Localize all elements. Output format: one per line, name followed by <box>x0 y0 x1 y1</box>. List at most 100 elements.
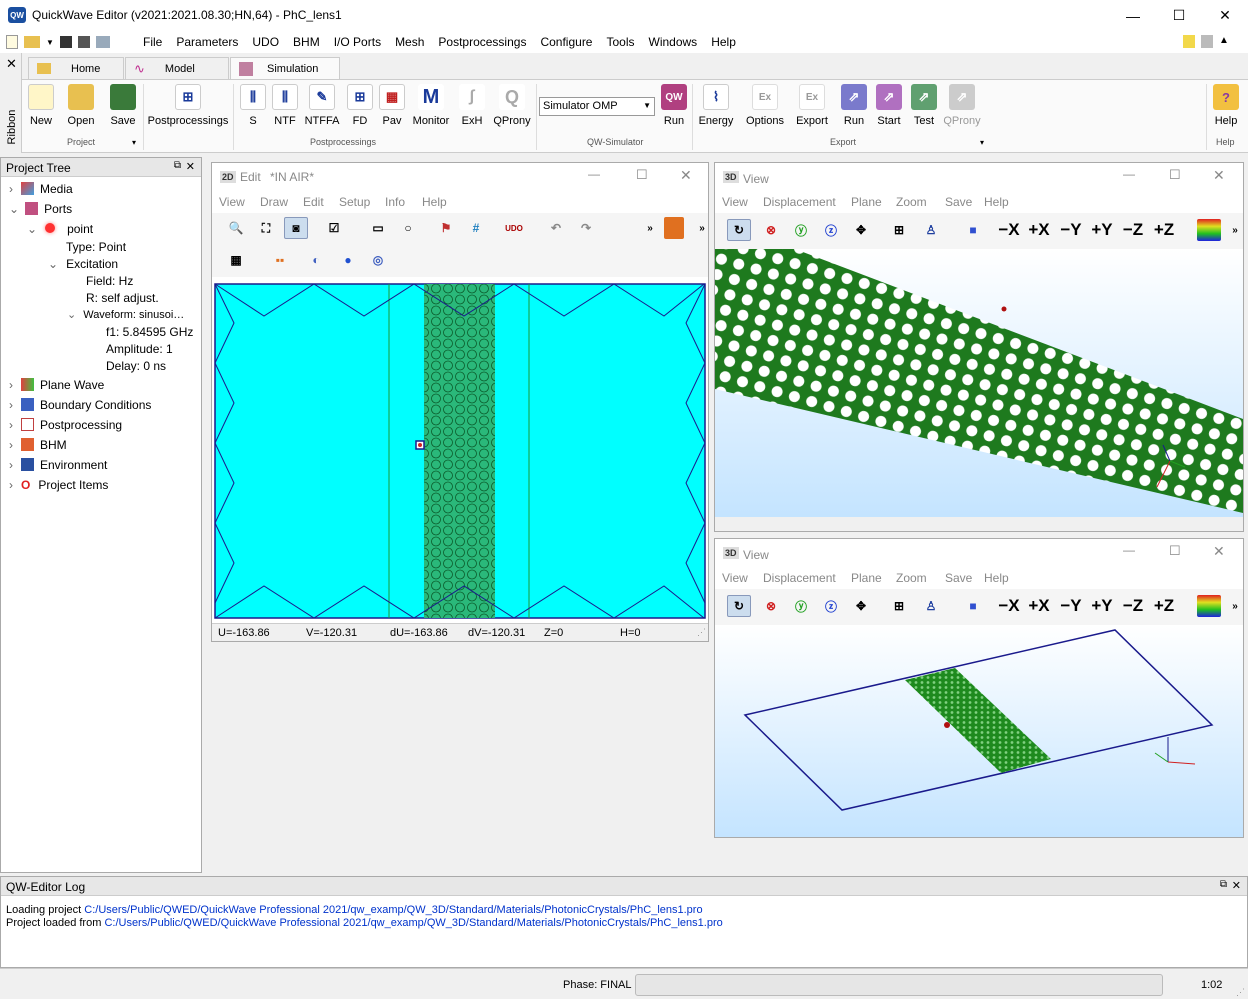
edit-menu-draw[interactable]: Draw <box>260 195 288 209</box>
close-icon[interactable]: ✕ <box>1213 543 1225 560</box>
person-icon[interactable]: ♙ <box>919 595 943 617</box>
menu-configure[interactable]: Configure <box>533 31 599 53</box>
zoom-window-icon[interactable]: ◙ <box>284 217 308 239</box>
close-icon[interactable]: ✕ <box>680 167 692 184</box>
float-icon[interactable]: ⧉ <box>1220 879 1227 890</box>
view1-menu-view[interactable]: View <box>722 195 748 209</box>
view1-menu-help[interactable]: Help <box>984 195 1009 209</box>
tips-icon[interactable] <box>1183 35 1195 48</box>
export-button[interactable]: Ex Export <box>792 84 832 127</box>
pan-icon[interactable]: ✥ <box>849 595 873 617</box>
zoom-window-icon[interactable]: ⊞ <box>887 595 911 617</box>
circle-icon[interactable]: ○ <box>396 217 420 239</box>
rotate-icon[interactable]: ↻ <box>727 595 751 617</box>
view2-menu-save[interactable]: Save <box>945 571 972 585</box>
menu-windows[interactable]: Windows <box>642 31 705 53</box>
expand-icon[interactable]: › <box>9 458 13 472</box>
float-icon[interactable]: ⧉ <box>174 160 181 171</box>
sphere-icon[interactable]: ◐ <box>304 249 328 271</box>
plus-z-button[interactable]: +Z <box>1152 595 1176 617</box>
view1-canvas[interactable] <box>715 249 1243 517</box>
edit-canvas[interactable] <box>214 283 708 621</box>
edit-menu-info[interactable]: Info <box>385 195 405 209</box>
rectangle-icon[interactable]: ▭ <box>366 217 390 239</box>
edit-menu-setup[interactable]: Setup <box>339 195 370 209</box>
palette-icon[interactable] <box>1197 219 1221 241</box>
log-line-1-path[interactable]: C:/Users/Public/QWED/QuickWave Professio… <box>84 904 702 916</box>
collapse-icon[interactable]: ⌄ <box>48 257 58 271</box>
palette-icon[interactable] <box>1197 595 1221 617</box>
zoom-icon[interactable]: 🔍 <box>224 217 248 239</box>
tree-item-boundary[interactable]: › Boundary Conditions <box>9 398 151 412</box>
maximize-icon[interactable]: ☐ <box>1169 543 1181 559</box>
minimize-icon[interactable]: — <box>1123 543 1135 557</box>
mesh-icon[interactable]: ▦ <box>224 249 248 271</box>
maximize-icon[interactable]: ☐ <box>1156 0 1202 31</box>
start-button[interactable]: ⇗ Start <box>874 84 904 127</box>
menu-io-ports[interactable]: I/O Ports <box>327 31 388 53</box>
minus-y-button[interactable]: −Y <box>1059 595 1083 617</box>
new-button[interactable]: New <box>28 84 54 127</box>
view1-menu-displacement[interactable]: Displacement <box>763 195 836 209</box>
tab-home[interactable]: Home <box>28 57 124 79</box>
notes-icon[interactable] <box>1201 35 1213 48</box>
save-all-icon[interactable] <box>77 36 90 48</box>
tree-item-waveform[interactable]: ⌄ Waveform: sinusoi… <box>67 308 184 321</box>
plus-y-button[interactable]: +Y <box>1090 595 1114 617</box>
tree-item-media[interactable]: › Media <box>9 182 73 196</box>
monitor-button[interactable]: M Monitor <box>410 84 452 127</box>
options-button[interactable]: Ex Options <box>744 84 786 127</box>
rotate-z-icon[interactable]: ⓩ <box>819 595 843 617</box>
tree-item-bhm[interactable]: › BHM <box>9 438 67 452</box>
minus-z-button[interactable]: −Z <box>1121 219 1145 241</box>
plus-z-button[interactable]: +Z <box>1152 219 1176 241</box>
expand-icon[interactable]: › <box>9 478 13 492</box>
zoom-fit-icon[interactable]: ⛶ <box>254 217 278 239</box>
qprony2-button[interactable]: ⇗ QProny <box>942 84 982 127</box>
energy-button[interactable]: ⌇ Energy <box>696 84 736 127</box>
log-line-2-path[interactable]: C:/Users/Public/QWED/QuickWave Professio… <box>104 917 722 929</box>
menu-udo[interactable]: UDO <box>245 31 286 53</box>
tree-item-project-items[interactable]: › O Project Items <box>9 478 108 492</box>
tree-item-environment[interactable]: › Environment <box>9 458 107 472</box>
open-folder-icon[interactable] <box>24 36 40 48</box>
edit-menu-view[interactable]: View <box>219 195 245 209</box>
expand-icon[interactable]: › <box>9 438 13 452</box>
minus-x-button[interactable]: −X <box>997 595 1021 617</box>
ntffa-button[interactable]: ✎ NTFFA <box>305 84 339 127</box>
simulator-select[interactable]: Simulator OMP ▼ <box>539 97 655 116</box>
group-expand-icon[interactable]: ▾ <box>980 138 984 147</box>
maximize-icon[interactable]: ☐ <box>636 167 648 183</box>
checklist-icon[interactable]: ☑ <box>322 217 346 239</box>
view1-menu-save[interactable]: Save <box>945 195 972 209</box>
test-button[interactable]: ⇗ Test <box>910 84 938 127</box>
minus-z-button[interactable]: −Z <box>1121 595 1145 617</box>
menu-parameters[interactable]: Parameters <box>169 31 245 53</box>
tab-simulation[interactable]: Simulation <box>230 57 340 79</box>
boxes-icon[interactable]: ▪▪ <box>268 249 292 271</box>
menu-bhm[interactable]: BHM <box>286 31 327 53</box>
expand-icon[interactable]: › <box>9 418 13 432</box>
more-icon[interactable]: » <box>1223 219 1247 241</box>
rotate-y-icon[interactable]: ⓨ <box>789 595 813 617</box>
person-icon[interactable]: ♙ <box>919 219 943 241</box>
minus-x-button[interactable]: −X <box>997 219 1021 241</box>
menu-tools[interactable]: Tools <box>599 31 641 53</box>
tree-item-ports[interactable]: ⌄ Ports <box>9 202 72 216</box>
tree-item-excitation[interactable]: ⌄ Excitation <box>48 257 118 271</box>
save-icon[interactable] <box>59 36 72 48</box>
redo-icon[interactable]: ↷ <box>574 217 598 239</box>
rotate-y-icon[interactable]: ⓨ <box>789 219 813 241</box>
cube-icon[interactable]: ■ <box>961 595 985 617</box>
tree-item-point[interactable]: ⌄ point <box>27 222 93 236</box>
more-icon[interactable]: » <box>1223 595 1247 617</box>
run2-button[interactable]: ⇗ Run <box>840 84 868 127</box>
tab-model[interactable]: ∿ Model <box>125 57 229 79</box>
more-icon[interactable]: » <box>690 217 714 239</box>
fd-button[interactable]: ⊞ FD <box>346 84 374 127</box>
menu-postprocessings[interactable]: Postprocessings <box>431 31 533 53</box>
plus-x-button[interactable]: +X <box>1027 595 1051 617</box>
rotate-x-icon[interactable]: ⊗ <box>759 219 783 241</box>
minus-y-button[interactable]: −Y <box>1059 219 1083 241</box>
resize-grip-icon[interactable]: ⋰ <box>697 627 706 638</box>
